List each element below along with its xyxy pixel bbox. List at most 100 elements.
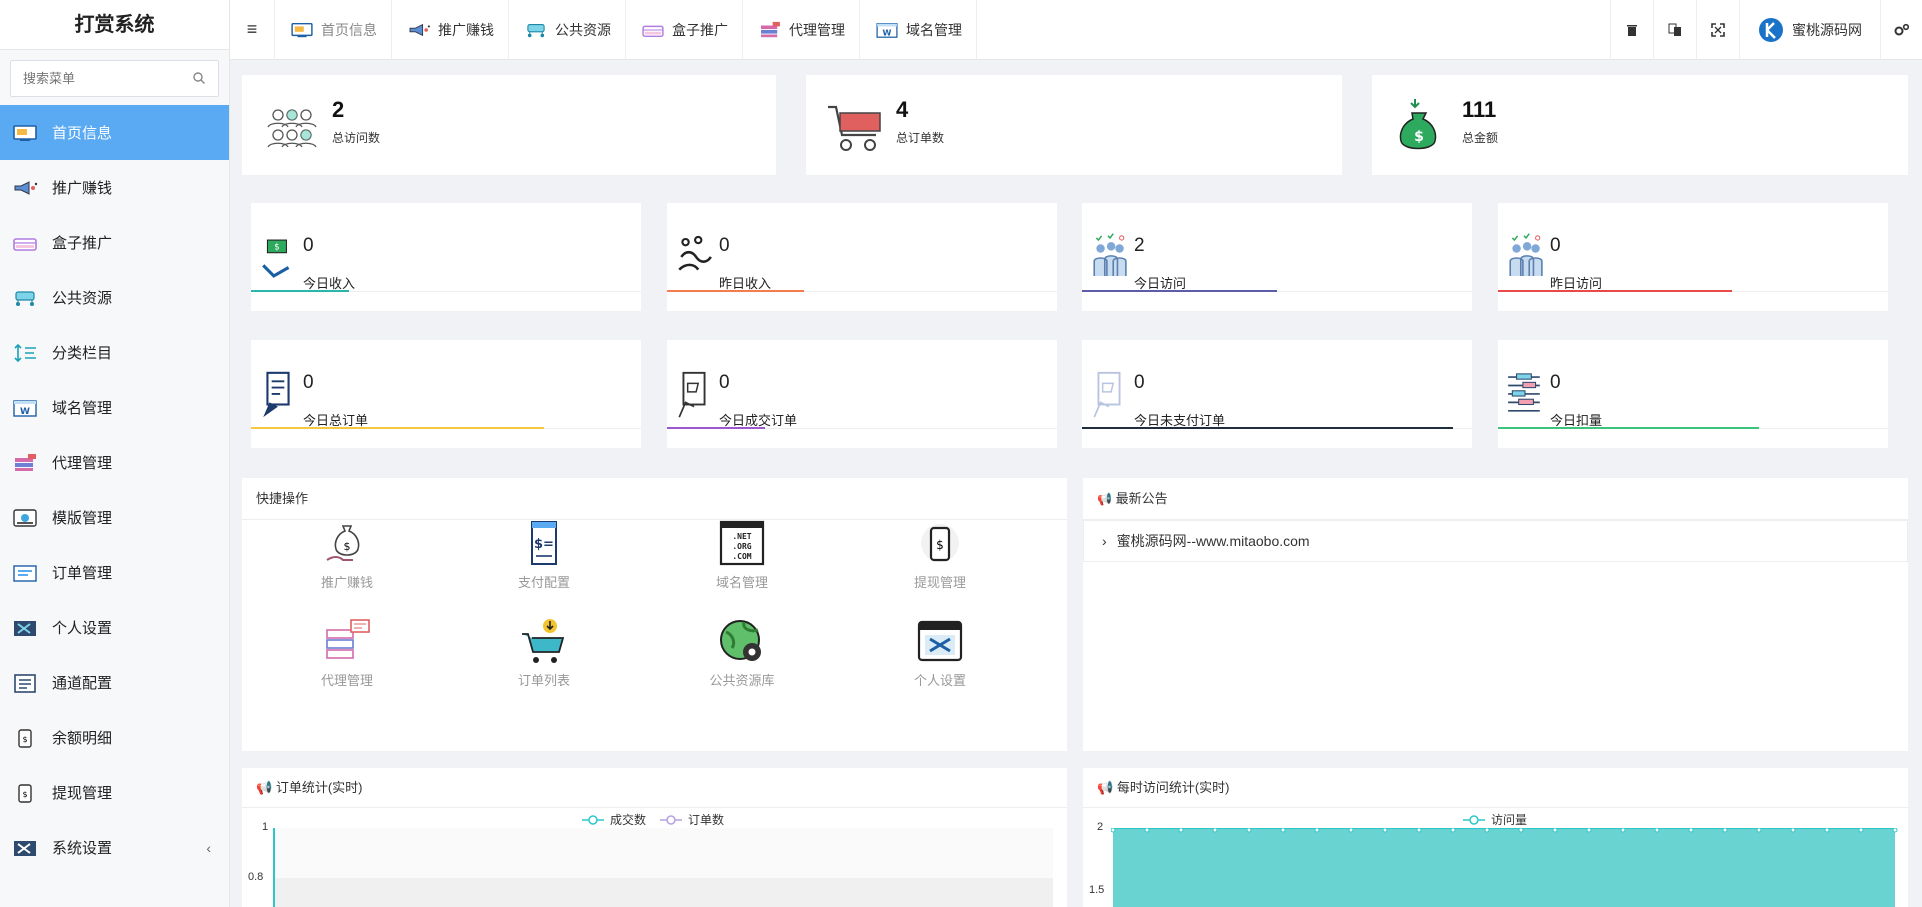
- visit-data-point[interactable]: [1858, 828, 1864, 833]
- stat-icon: [678, 371, 706, 418]
- money-bag-icon: $: [326, 525, 360, 561]
- visit-data-point[interactable]: [1111, 828, 1116, 833]
- summary-label: 总访问数: [332, 131, 381, 145]
- visit-data-point[interactable]: [1824, 828, 1830, 833]
- quick-action-item[interactable]: 代理管理: [287, 618, 407, 689]
- quick-action-label: 支付配置: [517, 575, 570, 590]
- visit-data-point[interactable]: [1688, 828, 1694, 833]
- visit-data-point[interactable]: [1450, 828, 1456, 833]
- visit-data-point[interactable]: [1756, 828, 1762, 833]
- visit-area-plot: [1111, 828, 1898, 907]
- visit-data-point[interactable]: [1144, 828, 1150, 833]
- stat-icon: [678, 235, 712, 271]
- menu-search-input[interactable]: [11, 61, 218, 96]
- sidebar-item-label: 个人设置: [52, 620, 113, 637]
- legend-label[interactable]: 访问量: [1491, 811, 1527, 828]
- sidebar-item-label: 公共资源: [52, 290, 113, 307]
- nav-tab[interactable]: 公共资源: [509, 0, 626, 60]
- visit-data-point[interactable]: [1212, 828, 1218, 833]
- legend-label[interactable]: 订单数: [688, 811, 724, 828]
- quick-action-item[interactable]: 个人设置: [880, 618, 1000, 689]
- nav-tab[interactable]: 代理管理: [743, 0, 860, 60]
- sidebar-item[interactable]: 订单管理: [0, 545, 229, 600]
- visit-data-point[interactable]: [1178, 828, 1184, 833]
- menu-search-box[interactable]: [10, 60, 219, 97]
- nav-tab[interactable]: 盒子推广: [626, 0, 743, 60]
- stat-progress-bar: [1498, 427, 1760, 429]
- nav-tabs: 首页信息 推广赚钱 公共资源 盒子推广 代理管理 W 域名管理: [275, 0, 977, 60]
- visit-data-point[interactable]: [1518, 828, 1524, 833]
- visit-data-point[interactable]: [1246, 828, 1252, 833]
- quick-action-item[interactable]: .NET .ORG .COM 域名管理: [682, 520, 802, 591]
- globe-gear-icon: [720, 620, 761, 661]
- visit-data-point[interactable]: [1280, 828, 1286, 833]
- domain-ext-label: .NET: [732, 532, 751, 541]
- visit-data-point[interactable]: [1620, 828, 1626, 833]
- visit-data-point[interactable]: [1416, 828, 1422, 833]
- nav-tab-label: 公共资源: [555, 21, 611, 38]
- sidebar-item[interactable]: 首页信息: [0, 105, 229, 160]
- sidebar-item[interactable]: 系统设置 ‹: [0, 820, 229, 875]
- quick-action-item[interactable]: 公共资源库: [682, 618, 802, 689]
- legend-label[interactable]: 成交数: [610, 811, 646, 828]
- gears-icon[interactable]: [1880, 0, 1922, 60]
- y-tick-label: 1: [262, 821, 269, 833]
- visit-data-point[interactable]: [1790, 828, 1796, 833]
- clear-cache-icon[interactable]: [1610, 0, 1653, 60]
- visit-data-point[interactable]: [1382, 828, 1388, 833]
- monitor-icon: [289, 21, 315, 39]
- y-tick-label: 0.8: [248, 871, 264, 883]
- visit-data-point[interactable]: [1552, 828, 1558, 833]
- notice-item-text[interactable]: 蜜桃源码网--www.mitaobo.com: [1117, 531, 1310, 551]
- sidebar-item[interactable]: 分类栏目: [0, 325, 229, 380]
- stat-progress-bar: [1082, 290, 1277, 292]
- sidebar-item-label: 通道配置: [52, 675, 113, 692]
- user-menu[interactable]: 蜜桃源码网: [1739, 0, 1880, 60]
- sidebar-item[interactable]: W 域名管理: [0, 380, 229, 435]
- fullscreen-icon[interactable]: [1696, 0, 1739, 60]
- menu-toggle-icon[interactable]: ≡: [230, 0, 275, 60]
- collapse-arrow-icon[interactable]: ‹: [206, 840, 211, 856]
- visit-data-point[interactable]: [1654, 828, 1660, 833]
- sidebar-item[interactable]: 推广赚钱: [0, 160, 229, 215]
- summary-value: 111: [1462, 97, 1497, 122]
- visit-data-point[interactable]: [1348, 828, 1354, 833]
- visit-data-point[interactable]: [1892, 828, 1898, 833]
- cart-icon: [522, 619, 565, 663]
- notice-item[interactable]: › 蜜桃源码网--www.mitaobo.com: [1083, 520, 1908, 562]
- sidebar-item-label: 首页信息: [52, 125, 113, 142]
- sidebar-item[interactable]: 个人设置: [0, 600, 229, 655]
- translate-icon[interactable]: [1653, 0, 1696, 60]
- notice-title: 最新公告: [1115, 491, 1168, 506]
- sidebar-item[interactable]: $ 提现管理: [0, 765, 229, 820]
- quick-action-item[interactable]: $ 提现管理: [880, 520, 1000, 591]
- quick-action-item[interactable]: $= 支付配置: [484, 520, 604, 591]
- stat-value: 2: [1134, 235, 1145, 256]
- visit-data-point[interactable]: [1722, 828, 1728, 833]
- server-icon: [326, 619, 370, 659]
- visit-data-point[interactable]: [1314, 828, 1320, 833]
- summary-card-visits: 2 总访问数: [242, 75, 776, 175]
- nav-tab[interactable]: 首页信息: [275, 0, 392, 60]
- shopping-cart-icon: [828, 105, 881, 151]
- quick-actions-title: 快捷操作: [242, 478, 1067, 520]
- visit-data-point[interactable]: [1484, 828, 1490, 833]
- domain-icon: W: [12, 398, 38, 418]
- sidebar-item[interactable]: 模版管理: [0, 490, 229, 545]
- nav-tab[interactable]: W 域名管理: [860, 0, 977, 60]
- sidebar-item[interactable]: 公共资源: [0, 270, 229, 325]
- sidebar-item-label: 余额明细: [52, 730, 113, 747]
- sidebar-item-label: 域名管理: [52, 400, 113, 417]
- sidebar-item[interactable]: 代理管理: [0, 435, 229, 490]
- quick-action-item[interactable]: $ 推广赚钱: [287, 520, 407, 591]
- nav-tab-label: 域名管理: [906, 21, 962, 38]
- visit-chart-legend: 访问量: [1463, 811, 1527, 828]
- search-icon[interactable]: [192, 71, 206, 85]
- order-chart-title: 订单统计(实时): [275, 780, 363, 795]
- nav-tab[interactable]: 推广赚钱: [392, 0, 509, 60]
- sidebar-item[interactable]: 盒子推广: [0, 215, 229, 270]
- quick-action-item[interactable]: 订单列表: [484, 618, 604, 689]
- sidebar-item[interactable]: $ 余额明细: [0, 710, 229, 765]
- visit-data-point[interactable]: [1586, 828, 1592, 833]
- sidebar-item[interactable]: 通道配置: [0, 655, 229, 710]
